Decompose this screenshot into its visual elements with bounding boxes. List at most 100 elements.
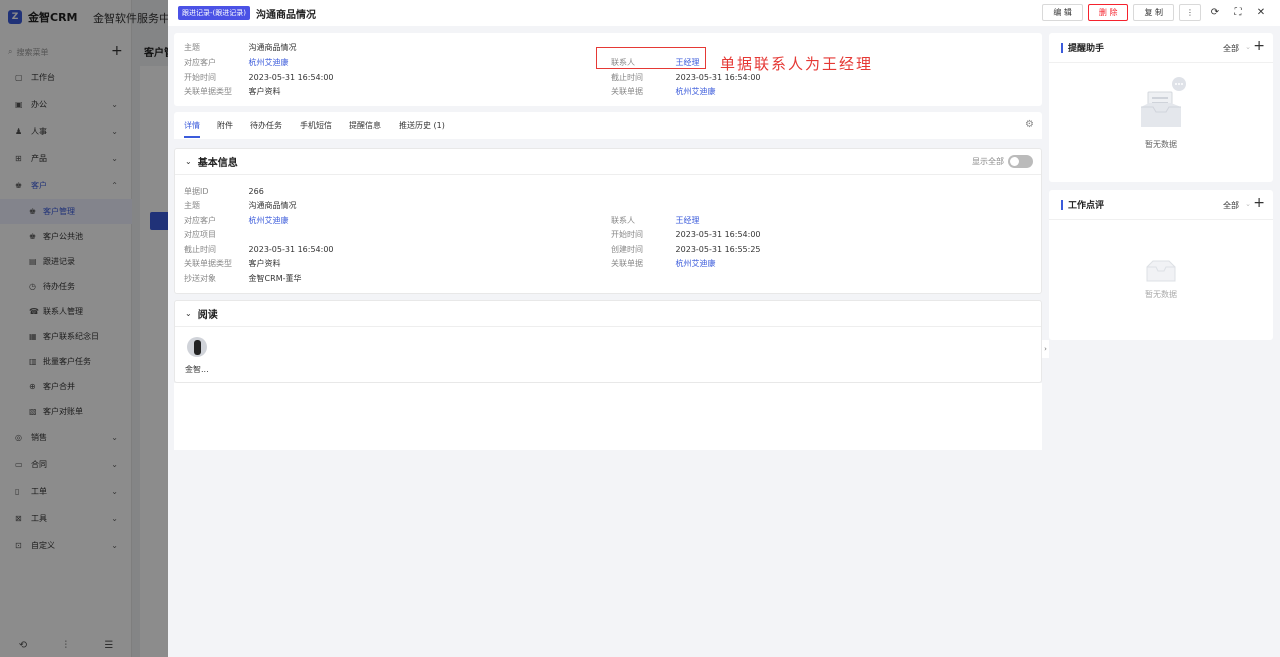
summary-doctype: 关联单据类型 客户资料 [184, 86, 281, 97]
field-label: 单据ID [184, 187, 209, 196]
active-tab-indicator [184, 136, 200, 138]
field-label: 创建时间 [611, 245, 643, 254]
field-value: 2023-05-31 16:54:00 [248, 73, 334, 82]
tab-details[interactable]: 详情 [184, 120, 200, 131]
tab-attachments[interactable]: 附件 [217, 120, 233, 131]
gear-icon[interactable]: ⚙ [1025, 119, 1034, 130]
field-value: 沟通商品情况 [248, 43, 297, 52]
title-accent-bar [1061, 199, 1063, 210]
fullscreen-icon[interactable]: ⛶ [1229, 4, 1247, 21]
summary-start-time: 开始时间 2023-05-31 16:54:00 [184, 72, 334, 83]
contact-annotation: 单据联系人为王经理 [720, 55, 874, 73]
chevron-down-icon: ⌄ [185, 157, 192, 166]
panel-title: 工作点评 [1068, 201, 1105, 211]
chevron-down-icon[interactable]: ⌄ [1245, 200, 1251, 208]
chevron-down-icon: ⌄ [185, 309, 192, 318]
detail-blank-area [174, 383, 1042, 450]
header-actions: 编 辑 删 除 复 制 ⋮ ⟳ ⛶ ✕ [1042, 4, 1270, 21]
basic-field: 对应项目 [184, 229, 249, 240]
read-header[interactable]: ⌄ 阅读 [175, 301, 1041, 327]
field-label: 主题 [184, 201, 200, 210]
field-value: 2023-05-31 16:54:00 [675, 230, 761, 239]
reader-name: 金智... [185, 365, 209, 374]
edit-button[interactable]: 编 辑 [1042, 4, 1083, 21]
refresh-icon[interactable]: ⟳ [1206, 4, 1224, 21]
empty-text: 暂无数据 [1145, 290, 1177, 299]
section-title: 基本信息 [197, 158, 238, 169]
field-label: 关联单据 [611, 259, 643, 268]
record-drawer: 跟进记录-(跟进记录) 沟通商品情况 编 辑 删 除 复 制 ⋮ ⟳ ⛶ ✕ 主… [168, 0, 1280, 657]
empty-box-icon [1146, 260, 1176, 282]
add-icon[interactable]: + [1253, 38, 1265, 54]
field-value: 金智CRM-董华 [248, 274, 302, 283]
drawer-header: 跟进记录-(跟进记录) 沟通商品情况 编 辑 删 除 复 制 ⋮ ⟳ ⛶ ✕ [168, 0, 1280, 26]
copy-button[interactable]: 复 制 [1133, 4, 1174, 21]
linked-doc-link[interactable]: 杭州艾迪康 [676, 258, 716, 269]
basic-info-section: ⌄ 基本信息 显示全部 单据ID 266 主题 沟通商品情况 对应客户 杭州艾迪… [174, 148, 1042, 294]
basic-field: 截止时间 2023-05-31 16:54:00 [184, 244, 334, 255]
close-icon[interactable]: ✕ [1252, 4, 1270, 21]
chevron-down-icon[interactable]: ⌄ [1245, 43, 1251, 51]
more-button[interactable]: ⋮ [1179, 4, 1201, 21]
title-accent-bar [1061, 42, 1063, 53]
field-label: 开始时间 [611, 230, 643, 239]
field-value: 266 [248, 187, 264, 196]
show-all-toggle[interactable] [1008, 155, 1033, 168]
drawer-title: 沟通商品情况 [256, 9, 316, 21]
empty-text: 暂无数据 [1145, 140, 1177, 149]
field-label: 关联单据类型 [184, 87, 232, 96]
read-section: ⌄ 阅读 金智... [174, 300, 1042, 383]
reminder-filter[interactable]: 全部 [1223, 43, 1239, 54]
field-value: 2023-05-31 16:54:00 [675, 73, 761, 82]
add-icon[interactable]: + [1253, 195, 1265, 211]
field-value: 沟通商品情况 [248, 201, 297, 210]
field-label: 对应客户 [184, 216, 216, 225]
basic-field: 抄送对象 金智CRM-董华 [184, 273, 301, 284]
panel-title: 提醒助手 [1068, 44, 1105, 54]
delete-button[interactable]: 删 除 [1087, 4, 1129, 21]
field-label: 开始时间 [184, 73, 216, 82]
tab-push-history[interactable]: 推送历史 (1) [399, 120, 445, 131]
field-label: 主题 [184, 43, 200, 52]
contact-link[interactable]: 王经理 [676, 215, 700, 226]
empty-inbox-icon [1141, 77, 1186, 127]
customer-link[interactable]: 杭州艾迪康 [249, 215, 289, 226]
basic-field: 开始时间 2023-05-31 16:54:00 [611, 229, 761, 240]
basic-field: 关联单据 杭州艾迪康 [611, 258, 716, 269]
tab-reminders[interactable]: 提醒信息 [349, 120, 381, 131]
customer-link[interactable]: 杭州艾迪康 [249, 57, 289, 68]
linked-doc-link[interactable]: 杭州艾迪康 [676, 86, 716, 97]
detail-tabs: 详情 附件 待办任务 手机短信 提醒信息 推送历史 (1) ⚙ [174, 112, 1042, 139]
summary-customer: 对应客户 杭州艾迪康 [184, 57, 289, 68]
basic-field: 联系人 王经理 [611, 215, 700, 226]
basic-field: 主题 沟通商品情况 [184, 200, 297, 211]
tab-todo[interactable]: 待办任务 [250, 120, 282, 131]
summary-subject: 主题 沟通商品情况 [184, 42, 297, 53]
review-panel-header: 工作点评 全部 ⌄ + [1049, 190, 1273, 220]
field-label: 联系人 [611, 216, 635, 225]
record-type-badge: 跟进记录-(跟进记录) [178, 6, 250, 20]
basic-info-header[interactable]: ⌄ 基本信息 显示全部 [175, 149, 1041, 175]
field-value: 2023-05-31 16:54:00 [248, 245, 334, 254]
field-label: 对应项目 [184, 230, 216, 239]
field-label: 截止时间 [184, 245, 216, 254]
review-panel: 工作点评 全部 ⌄ + 暂无数据 [1049, 190, 1273, 340]
review-filter[interactable]: 全部 [1223, 200, 1239, 211]
reminder-panel-header: 提醒助手 全部 ⌄ + [1049, 33, 1273, 63]
avatar [187, 337, 207, 357]
field-label: 关联单据类型 [184, 259, 232, 268]
chevron-right-icon[interactable]: › [1042, 340, 1049, 358]
summary-linked-doc: 关联单据 杭州艾迪康 [611, 86, 716, 97]
show-all-toggle-wrap: 显示全部 [972, 155, 1033, 168]
field-value: 2023-05-31 16:55:25 [675, 245, 761, 254]
field-value: 客户资料 [248, 259, 281, 268]
basic-field: 创建时间 2023-05-31 16:55:25 [611, 244, 761, 255]
reader-item[interactable]: 金智... [185, 337, 209, 375]
show-all-label: 显示全部 [972, 157, 1004, 166]
field-label: 抄送对象 [184, 274, 216, 283]
basic-field: 对应客户 杭州艾迪康 [184, 215, 289, 226]
field-value: 客户资料 [248, 87, 281, 96]
contact-highlight-box [596, 47, 706, 69]
summary-card: 主题 沟通商品情况 对应客户 杭州艾迪康 开始时间 2023-05-31 16:… [174, 33, 1042, 106]
tab-sms[interactable]: 手机短信 [300, 120, 332, 131]
